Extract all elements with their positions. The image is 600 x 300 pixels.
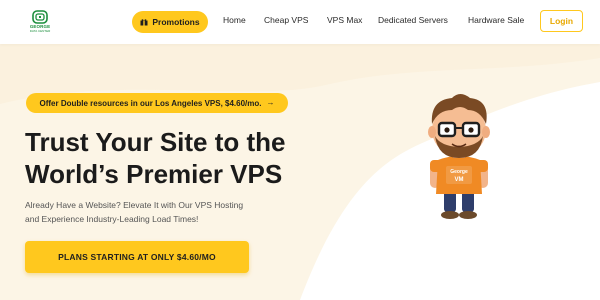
offer-text: Offer Double resources in our Los Angele… [39, 98, 262, 108]
logo[interactable]: GEORGE DATA CENTER [28, 10, 52, 36]
promotions-button[interactable]: Promotions [132, 11, 208, 33]
nav-link-hardware-sale[interactable]: Hardware Sale [468, 15, 524, 25]
logo-mark-icon [32, 10, 48, 24]
login-button[interactable]: Login [540, 10, 583, 32]
mascot-shirt-line-2: VM [455, 177, 464, 183]
hero-subtitle-line-1: Already Have a Website? Elevate It with … [25, 200, 244, 210]
logo-subtext: DATA CENTER [29, 29, 51, 33]
mascot-shirt-line-1: George [450, 169, 468, 175]
hero-title: Trust Your Site to the World’s Premier V… [25, 126, 365, 190]
nav-link-cheap-vps[interactable]: Cheap VPS [264, 15, 308, 25]
hero-subtitle-line-2: and Experience Industry-Leading Load Tim… [25, 214, 199, 224]
promotions-label: Promotions [152, 17, 200, 27]
hero-title-line-1: Trust Your Site to the [25, 127, 286, 157]
offer-banner[interactable]: Offer Double resources in our Los Angele… [26, 93, 288, 113]
arrow-right-icon: → [266, 98, 275, 107]
hero-subtitle: Already Have a Website? Elevate It with … [25, 198, 325, 226]
nav-link-vps-max[interactable]: VPS Max [327, 15, 362, 25]
nav-link-dedicated-servers[interactable]: Dedicated Servers [378, 15, 448, 25]
gift-icon [140, 19, 148, 26]
site-header: GEORGE DATA CENTER Promotions Home Cheap… [0, 0, 600, 44]
plans-cta-button[interactable]: PLANS STARTING AT ONLY $4.60/MO [25, 241, 249, 273]
hero-title-line-2: World’s Premier VPS [25, 159, 283, 189]
mascot-illustration: George VM [428, 94, 490, 219]
nav-link-home[interactable]: Home [223, 15, 246, 25]
